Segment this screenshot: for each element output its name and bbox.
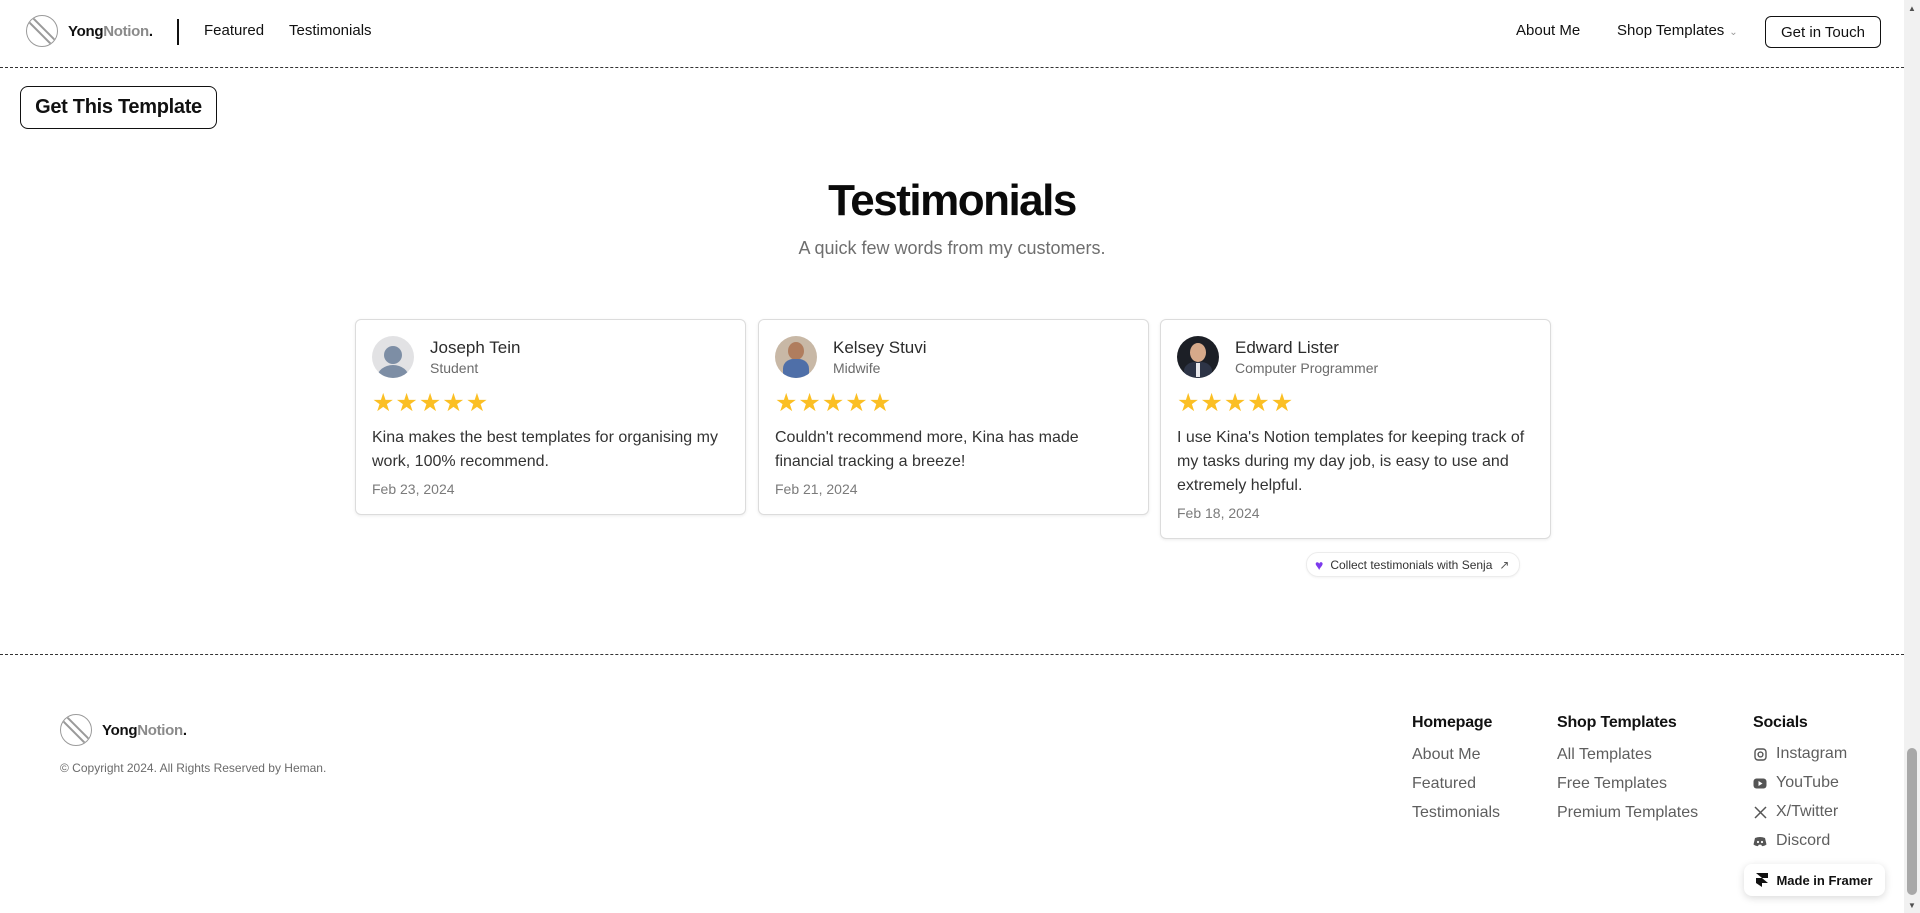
get-this-template-button[interactable]: Get This Template: [20, 86, 217, 129]
testimonial-author: Edward Lister Computer Programmer: [1177, 336, 1534, 378]
senja-badge-link[interactable]: ♥ Collect testimonials with Senja ↗: [1306, 552, 1521, 577]
avatar: [775, 336, 817, 378]
testimonial-card: Joseph Tein Student ★ ★ ★ ★ ★ Kina makes the…: [355, 319, 746, 515]
testimonial-date: Feb 18, 2024: [1177, 505, 1260, 521]
external-link-icon: ↗: [1499, 557, 1510, 572]
framer-icon: [1756, 873, 1769, 887]
social-label: Instagram: [1776, 745, 1848, 762]
star-icon: ★: [1223, 389, 1247, 417]
footer-heading: Homepage: [1412, 714, 1493, 731]
star-rating: ★ ★ ★ ★ ★: [1177, 390, 1534, 416]
footer-link-instagram[interactable]: Instagram: [1753, 743, 1847, 765]
get-in-touch-button[interactable]: Get in Touch: [1765, 16, 1881, 48]
testimonial-author: Joseph Tein Student: [372, 336, 729, 378]
footer-link-youtube[interactable]: YouTube: [1753, 772, 1847, 794]
nav-shop-templates[interactable]: Shop Templates ⌄: [1617, 22, 1738, 39]
testimonial-author: Kelsey Stuvi Midwife: [775, 336, 1132, 378]
nav-testimonials[interactable]: Testimonials: [289, 22, 372, 39]
testimonial-card: Edward Lister Computer Programmer ★ ★ ★ ★ ★ …: [1160, 319, 1551, 539]
author-role: Student: [430, 359, 479, 376]
footer-link-x-twitter[interactable]: X/Twitter: [1753, 801, 1847, 823]
section-title: Testimonials: [828, 176, 1077, 225]
scroll-down-arrow-icon[interactable]: ▼: [1904, 897, 1920, 913]
star-icon: ★: [418, 389, 442, 417]
footer-column-socials: Socials Instagram YouTube X/Twitter Disc…: [1753, 714, 1847, 852]
testimonial-quote: Kina makes the best templates for organi…: [372, 429, 718, 470]
social-label: Discord: [1776, 832, 1831, 849]
star-icon: ★: [845, 389, 868, 417]
testimonial-quote: I use Kina's Notion templates for keepin…: [1177, 429, 1525, 494]
star-icon: ★: [372, 389, 395, 417]
footer-column-homepage: Homepage About Me Featured Testimonials: [1412, 714, 1500, 824]
star-icon: ★: [868, 389, 892, 417]
avatar: [1177, 336, 1219, 378]
footer-divider: [0, 654, 1904, 655]
logo-icon: [26, 15, 58, 47]
chevron-down-icon: ⌄: [1729, 27, 1738, 38]
star-icon: ★: [1247, 389, 1270, 417]
footer-link-premium-templates[interactable]: Premium Templates: [1557, 802, 1698, 824]
footer-link-testimonials[interactable]: Testimonials: [1412, 802, 1500, 824]
copyright-text: © Copyright 2024. All Rights Reserved by…: [60, 761, 327, 775]
star-icon: ★: [1270, 389, 1294, 417]
heart-icon: ♥: [1315, 556, 1324, 573]
testimonial-card: Kelsey Stuvi Midwife ★ ★ ★ ★ ★ Couldn't reco…: [758, 319, 1149, 515]
star-icon: ★: [465, 389, 489, 417]
scrollbar-thumb[interactable]: [1907, 748, 1917, 895]
logo-text: YongNotion.: [68, 22, 153, 40]
footer-column-shop: Shop Templates All Templates Free Templa…: [1557, 714, 1698, 824]
framer-label: Made in Framer: [1776, 872, 1873, 888]
x-twitter-icon: [1753, 805, 1767, 819]
star-rating: ★ ★ ★ ★ ★: [372, 390, 729, 416]
social-label: YouTube: [1776, 774, 1839, 791]
senja-label: Collect testimonials with Senja: [1330, 557, 1493, 572]
footer-link-free-templates[interactable]: Free Templates: [1557, 773, 1698, 795]
star-icon: ★: [1200, 389, 1223, 417]
instagram-icon: [1753, 747, 1767, 761]
discord-icon: [1753, 834, 1767, 848]
footer-link-about-me[interactable]: About Me: [1412, 744, 1500, 766]
footer-heading: Socials: [1753, 714, 1808, 731]
avatar: [372, 336, 414, 378]
footer-heading: Shop Templates: [1557, 714, 1677, 731]
footer-link-discord[interactable]: Discord: [1753, 830, 1847, 852]
youtube-icon: [1753, 776, 1767, 790]
author-name: Kelsey Stuvi: [833, 337, 927, 357]
header-divider: [177, 19, 179, 45]
testimonial-quote: Couldn't recommend more, Kina has made f…: [775, 429, 1079, 470]
nav-featured[interactable]: Featured: [204, 22, 264, 39]
author-name: Edward Lister: [1235, 337, 1339, 357]
site-header: YongNotion. Featured Testimonials About …: [0, 0, 1904, 68]
star-icon: ★: [1177, 389, 1200, 417]
social-label: X/Twitter: [1776, 803, 1839, 820]
star-icon: ★: [798, 389, 821, 417]
nav-shop-label: Shop Templates: [1617, 22, 1725, 39]
star-rating: ★ ★ ★ ★ ★: [775, 390, 1132, 416]
footer-link-featured[interactable]: Featured: [1412, 773, 1500, 795]
logo-text: YongNotion.: [102, 721, 187, 739]
testimonial-date: Feb 23, 2024: [372, 481, 455, 497]
section-subtitle: A quick few words from my customers.: [798, 238, 1106, 258]
header-logo[interactable]: YongNotion.: [26, 15, 153, 47]
star-icon: ★: [821, 389, 845, 417]
scroll-up-arrow-icon[interactable]: ▲: [1904, 0, 1920, 16]
star-icon: ★: [395, 389, 418, 417]
logo-icon: [60, 714, 92, 746]
made-in-framer-badge[interactable]: Made in Framer: [1744, 864, 1885, 896]
nav-about-me[interactable]: About Me: [1516, 22, 1580, 39]
author-role: Computer Programmer: [1235, 359, 1379, 376]
author-name: Joseph Tein: [430, 337, 521, 357]
footer-logo[interactable]: YongNotion.: [60, 714, 187, 746]
footer-link-all-templates[interactable]: All Templates: [1557, 744, 1698, 766]
author-role: Midwife: [833, 359, 881, 376]
testimonial-date: Feb 21, 2024: [775, 481, 858, 497]
star-icon: ★: [442, 389, 465, 417]
star-icon: ★: [775, 389, 798, 417]
